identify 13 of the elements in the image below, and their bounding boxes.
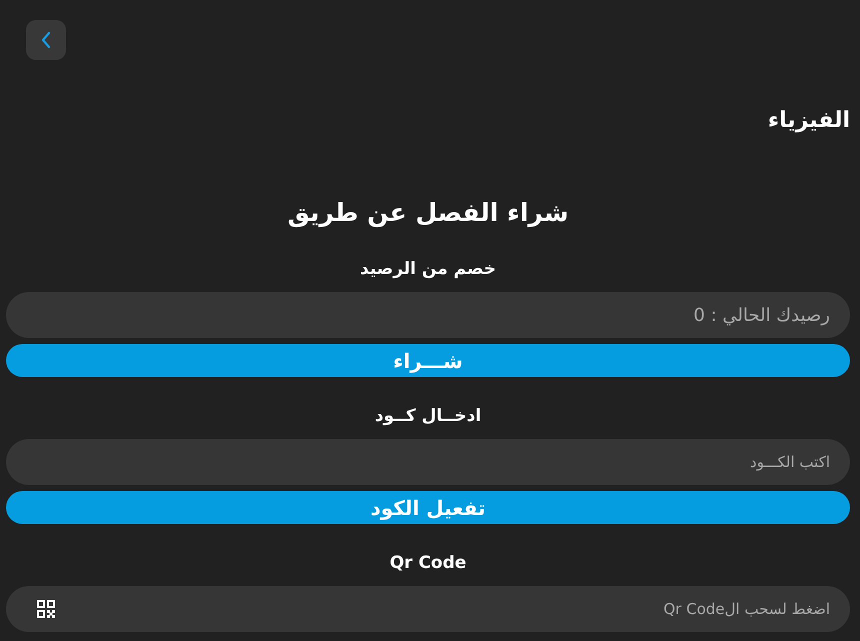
qr-code-icon[interactable]: [36, 599, 56, 619]
buy-button[interactable]: شـــراء: [6, 344, 850, 377]
section-label: خصم من الرصيد: [359, 258, 497, 281]
back-chevron-icon: [40, 30, 52, 50]
section-heading: شراء الفصل عن طريق: [286, 198, 570, 230]
balance-field: رصيدك الحالي : 0: [6, 292, 850, 338]
page-title: الفيزياء: [766, 108, 850, 135]
code-input-field[interactable]: اكتب الكـــود: [6, 439, 850, 485]
qr-scan-button[interactable]: اضغط لسحب الQr Code: [663, 600, 830, 618]
section-label: ادخــال كــود: [374, 405, 482, 428]
back-button[interactable]: [26, 20, 66, 60]
activate-button[interactable]: تفعيل الكود: [6, 491, 850, 524]
section-label: Qr Code: [388, 552, 468, 575]
